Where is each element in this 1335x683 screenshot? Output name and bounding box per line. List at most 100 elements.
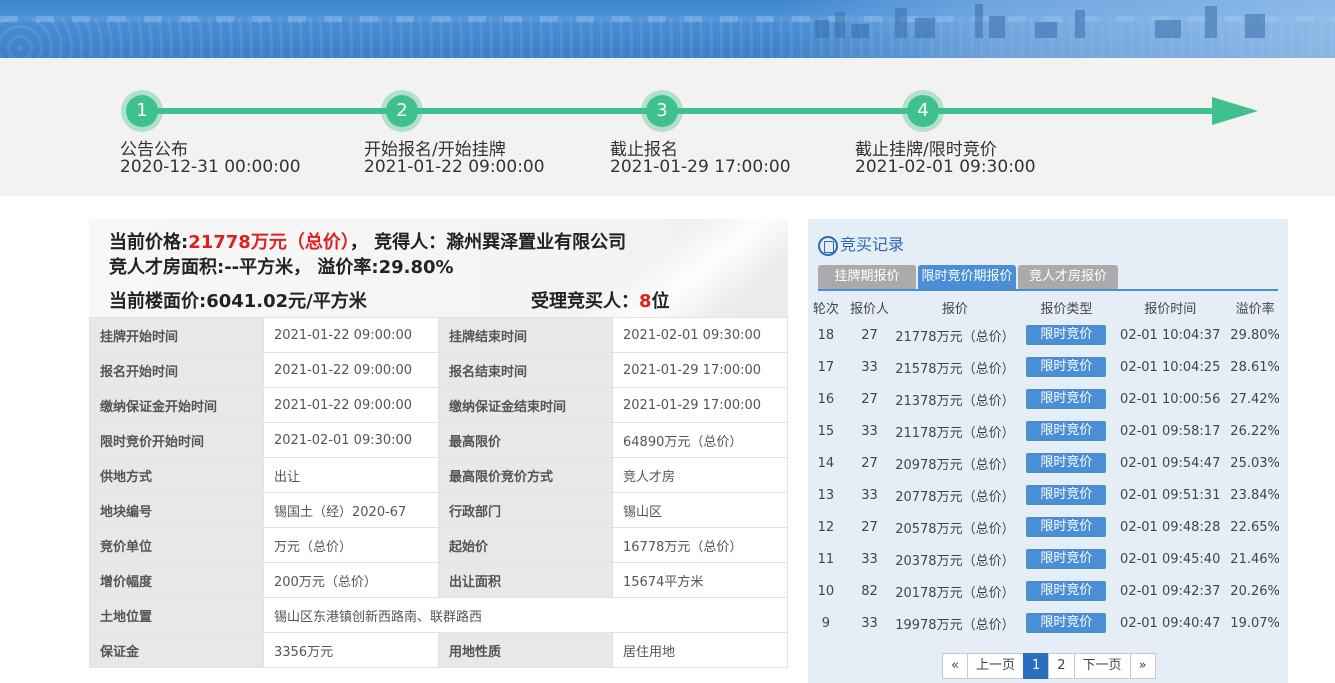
col-round: 轮次 (812, 301, 839, 317)
table-header-row: 轮次 报价人 报价 报价类型 报价时间 溢价率 (808, 295, 1288, 319)
cell-price: 21178万元（总价） (895, 425, 1015, 441)
tab-timed-bids[interactable]: 限时竞价期报价 (918, 265, 1016, 289)
cell-time: 02-01 10:04:37 (1120, 327, 1221, 343)
info-value: 15674平方米 (612, 562, 788, 598)
info-value: 2021-02-01 09:30:00 (612, 317, 788, 353)
cell-price: 21778万元（总价） (895, 329, 1015, 345)
info-value: 2021-01-29 17:00:00 (612, 387, 788, 423)
cell-round: 18 (817, 327, 835, 343)
info-value: 2021-01-29 17:00:00 (612, 352, 788, 388)
bid-records-table: 轮次 报价人 报价 报价类型 报价时间 溢价率 18 27 21778万元（总价） 限… (808, 295, 1288, 639)
bid-type-badge: 限时竞价 (1026, 421, 1107, 441)
pager-last[interactable]: » (1129, 653, 1156, 679)
col-premium: 溢价率 (1235, 301, 1275, 317)
banner-skyline (775, 0, 1335, 58)
cell-time: 02-01 09:51:31 (1120, 487, 1221, 503)
info-row: 缴纳保证金开始时间 2021-01-22 09:00:00 缴纳保证金结束时间 202… (89, 387, 788, 423)
info-key: 最高限价竞价方式 (438, 457, 613, 493)
cell-type: 限时竞价 (1015, 607, 1119, 639)
col-time: 报价时间 (1144, 301, 1197, 317)
info-value: 出让 (263, 457, 439, 493)
cell-time: 02-01 09:48:28 (1120, 519, 1221, 535)
cell-time: 02-01 10:04:25 (1120, 359, 1221, 375)
timeline-arrow-icon (1212, 97, 1258, 125)
cell-time: 02-01 09:54:47 (1120, 455, 1221, 471)
info-key: 起始价 (438, 527, 613, 563)
cell-round: 14 (817, 455, 835, 471)
pager-next[interactable]: 下一页 (1073, 653, 1131, 679)
cell-price: 20178万元（总价） (895, 585, 1015, 601)
cell-type: 限时竞价 (1015, 511, 1119, 543)
table-row: 18 27 21778万元（总价） 限时竞价 02-01 10:04:37 29.80% (808, 319, 1288, 351)
pager-prev[interactable]: 上一页 (966, 653, 1024, 679)
cell-premium: 21.46% (1230, 551, 1280, 567)
pager-page-1[interactable]: 1 (1022, 653, 1050, 679)
bid-type-badge: 限时竞价 (1026, 357, 1107, 377)
info-row: 限时竞价开始时间 2021-02-01 09:30:00 最高限价 64890万元（总… (89, 422, 788, 458)
info-row: 报名开始时间 2021-01-22 09:00:00 报名结束时间 2021-01-2… (89, 352, 788, 388)
cell-premium: 25.03% (1230, 455, 1280, 471)
info-value: 200万元（总价） (263, 562, 439, 598)
cell-price: 20778万元（总价） (895, 489, 1015, 505)
floor-price-line: 当前楼面价:6041.02元/平方米 (109, 291, 367, 312)
info-value: 2021-01-22 09:00:00 (263, 317, 439, 353)
info-value: 锡山区 (612, 492, 788, 528)
pagination: «上一页 1 2 下一页» (942, 653, 1156, 679)
cell-type: 限时竞价 (1015, 543, 1119, 575)
bidders-count: 8 (639, 291, 652, 312)
table-row: 14 27 20978万元（总价） 限时竞价 02-01 09:54:47 25.03% (808, 447, 1288, 479)
table-row: 11 33 20378万元（总价） 限时竞价 02-01 09:45:40 21.46% (808, 543, 1288, 575)
info-value: 居住用地 (612, 632, 788, 668)
cell-round: 10 (817, 583, 835, 599)
info-key: 限时竞价开始时间 (89, 422, 264, 458)
table-row: 10 82 20178万元（总价） 限时竞价 02-01 09:42:37 20.26% (808, 575, 1288, 607)
cell-type: 限时竞价 (1015, 415, 1119, 447)
cell-price: 20578万元（总价） (895, 521, 1015, 537)
info-row: 供地方式 出让 最高限价竞价方式 竞人才房 (89, 457, 788, 493)
pager-page-2[interactable]: 2 (1048, 653, 1075, 679)
pager-first[interactable]: « (942, 653, 968, 679)
tab-talent-housing-bids[interactable]: 竞人才房报价 (1018, 265, 1118, 289)
col-bidder: 报价人 (849, 301, 889, 317)
step-circle: 1 (121, 90, 163, 132)
cell-premium: 26.22% (1230, 423, 1280, 439)
tab-underline (818, 289, 1278, 291)
cell-round: 16 (817, 391, 835, 407)
bid-type-badge: 限时竞价 (1026, 549, 1107, 569)
info-row: 土地位置 锡山区东港镇创新西路南、联群路西 (89, 597, 788, 633)
info-key: 供地方式 (89, 457, 264, 493)
info-key: 地块编号 (89, 492, 264, 528)
cell-bidder: 27 (861, 391, 878, 407)
cell-type: 限时竞价 (1015, 447, 1119, 479)
cell-time: 02-01 09:58:17 (1120, 423, 1221, 439)
info-key: 挂牌开始时间 (89, 317, 264, 353)
info-key: 行政部门 (438, 492, 613, 528)
cell-type: 限时竞价 (1015, 351, 1119, 383)
tab-listing-bids[interactable]: 挂牌期报价 (818, 265, 916, 289)
cell-bidder: 27 (861, 455, 878, 471)
cell-type: 限时竞价 (1015, 319, 1119, 351)
info-value: 万元（总价） (263, 527, 439, 563)
info-row: 竞价单位 万元（总价） 起始价 16778万元（总价） (89, 527, 788, 563)
table-row: 9 33 19978万元（总价） 限时竞价 02-01 09:40:47 19.07% (808, 607, 1288, 639)
cell-type: 限时竞价 (1015, 575, 1119, 607)
price-summary: 当前价格:21778万元（总价）， 竞得人：滁州巽泽置业有限公司 竞人才房面积:… (89, 219, 788, 317)
col-price: 报价 (941, 301, 968, 317)
cell-round: 12 (817, 519, 835, 535)
cell-premium: 29.80% (1230, 327, 1280, 343)
bid-type-badge: 限时竞价 (1026, 485, 1107, 505)
bid-type-badge: 限时竞价 (1026, 389, 1107, 409)
info-value: 16778万元（总价） (612, 527, 788, 563)
bid-type-badge: 限时竞价 (1026, 613, 1107, 633)
bid-type-badge: 限时竞价 (1026, 517, 1107, 537)
cell-bidder: 33 (861, 359, 878, 375)
info-row: 保证金 3356万元 用地性质 居住用地 (89, 632, 788, 668)
table-row: 16 27 21378万元（总价） 限时竞价 02-01 10:00:56 27.42% (808, 383, 1288, 415)
cell-bidder: 33 (861, 551, 878, 567)
cell-round: 11 (817, 551, 835, 567)
info-value: 64890万元（总价） (612, 422, 788, 458)
info-key: 土地位置 (89, 597, 264, 633)
cell-bidder: 33 (861, 615, 878, 631)
cell-premium: 20.26% (1230, 583, 1280, 599)
info-key: 缴纳保证金结束时间 (438, 387, 613, 423)
